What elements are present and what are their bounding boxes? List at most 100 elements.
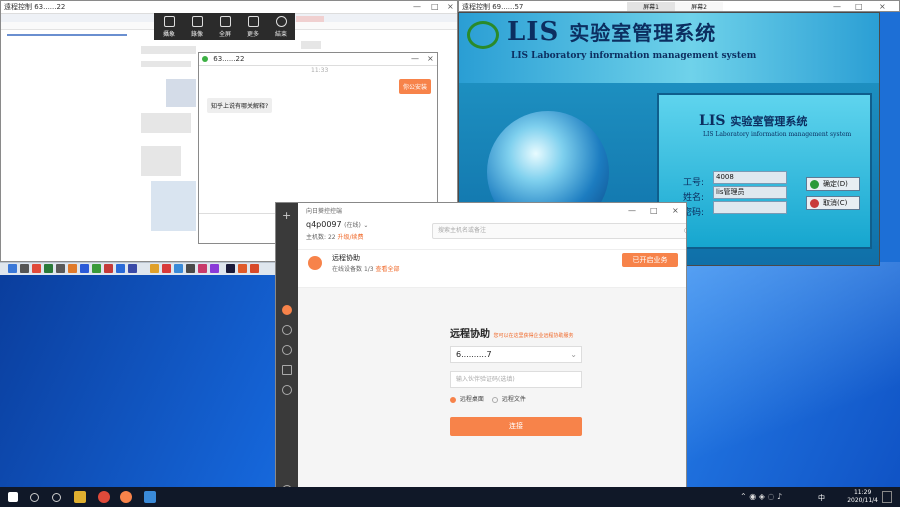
lis-brand: LIS: [507, 17, 560, 47]
taskbar-app-icon[interactable]: [198, 264, 207, 273]
taskbar-app-icon[interactable]: [56, 264, 65, 273]
taskbar-app-icon[interactable]: [20, 264, 29, 273]
password-field[interactable]: [713, 201, 787, 214]
name-field[interactable]: lis管理员: [713, 186, 787, 199]
taskbar-app-icon[interactable]: [210, 264, 219, 273]
connect-button[interactable]: 连接: [450, 417, 582, 436]
login-panel: LIS 实验室管理系统 LIS Laboratory information m…: [657, 93, 872, 249]
taskbar-app-icon[interactable]: [68, 264, 77, 273]
fullscreen-icon: [219, 16, 231, 27]
screen-tab-1[interactable]: 屏幕1: [627, 2, 675, 11]
assist-header: 向日葵控控端 — □ × q4p0097 (在线) ⌄ 主机数: 22 升级/续…: [298, 203, 686, 250]
assist-body: 向日葵控控端 — □ × q4p0097 (在线) ⌄ 主机数: 22 升级/续…: [298, 203, 686, 500]
lis-title-cn: 实验室管理系统: [569, 21, 717, 45]
close-circle-icon: [275, 16, 287, 27]
taskbar-app-icon[interactable]: [162, 264, 171, 273]
screen-tab-2[interactable]: 屏幕2: [675, 2, 723, 11]
verify-code-input[interactable]: 输入伙伴验证码(选填): [450, 371, 582, 388]
maximize-button[interactable]: □: [431, 1, 439, 13]
profile-icon[interactable]: [282, 345, 292, 355]
taskbar-app-icon[interactable]: [186, 264, 195, 273]
remote-control-icon[interactable]: [144, 491, 156, 503]
assist-maximize-button[interactable]: □: [650, 205, 658, 217]
assist-title: 向日葵控控端: [306, 208, 343, 215]
box-icon[interactable]: [282, 385, 292, 395]
account-id[interactable]: q4p0097 (在线) ⌄: [306, 220, 368, 229]
file-explorer-icon[interactable]: [74, 491, 86, 503]
chevron-down-icon[interactable]: ⌄: [570, 347, 577, 362]
ime-indicator[interactable]: 中: [818, 493, 825, 503]
page-image: [151, 181, 196, 231]
toolbar-camera-button[interactable]: 攝象: [156, 16, 182, 38]
right-close-button[interactable]: ×: [879, 1, 886, 11]
search-icon[interactable]: [30, 493, 39, 502]
radio-remote-desktop[interactable]: 远程桌面: [450, 394, 484, 403]
panel-title-cn: 实验室管理系统: [730, 115, 808, 128]
view-all-link[interactable]: 查看全部: [376, 266, 400, 273]
page-badge: [296, 16, 324, 22]
partner-name: 远程协助: [332, 254, 360, 262]
taskbar-app-icon[interactable]: [8, 264, 17, 273]
toolbar-record-button[interactable]: 錄像: [184, 16, 210, 38]
right-maximize-button[interactable]: □: [855, 1, 863, 11]
cancel-button[interactable]: 取消(C): [806, 196, 860, 210]
minimize-button[interactable]: —: [413, 1, 421, 13]
chrome-icon[interactable]: [98, 491, 110, 503]
taskbar-app-icon[interactable]: [116, 264, 125, 273]
taskbar-clock[interactable]: 11:29 2020/11/4: [847, 489, 878, 505]
taskbar-app-icon[interactable]: [32, 264, 41, 273]
radio-remote-file-label: 远程文件: [501, 396, 526, 403]
partner-id-select[interactable]: 6..........7 ⌄: [450, 346, 582, 363]
page-text-block: [141, 113, 191, 133]
clock-time: 11:29: [853, 489, 872, 496]
taskbar-app-icon[interactable]: [150, 264, 159, 273]
toolbar-more-button[interactable]: 更多: [240, 16, 266, 38]
page-image: [166, 79, 196, 107]
partner-id-value: 6..........7: [456, 350, 492, 359]
taskbar-app-icon[interactable]: [44, 264, 53, 273]
partner-action-button[interactable]: 已开启业务: [622, 253, 678, 267]
assist-icon[interactable]: [282, 305, 292, 315]
clock-date: 2020/11/4: [847, 497, 878, 504]
chat-titlebar: 63......22: [199, 53, 437, 66]
radio-remote-file[interactable]: 远程文件: [492, 394, 526, 403]
lis-logo-icon: [467, 21, 499, 49]
panel-subtitle: LIS Laboratory information management sy…: [703, 131, 852, 138]
taskbar-app-icon[interactable]: [92, 264, 101, 273]
taskbar-app-icon[interactable]: [128, 264, 137, 273]
right-minimize-button[interactable]: —: [833, 1, 841, 11]
ok-button[interactable]: 确定(D): [806, 177, 860, 191]
taskbar-app-icon[interactable]: [104, 264, 113, 273]
tray-icons[interactable]: ⌃ ◉ ◈ ◌ ♪: [740, 492, 782, 501]
close-button[interactable]: ×: [447, 1, 454, 13]
chevron-down-icon: ⌄: [363, 222, 369, 229]
upgrade-link[interactable]: 升级/续费: [338, 234, 364, 241]
chat-close-button[interactable]: ×: [427, 53, 434, 65]
taskbar-app-icon[interactable]: [226, 264, 235, 273]
partner-status: 在线设备数 1/3 查看全部: [332, 264, 400, 273]
toolbar-end-button[interactable]: 結束: [268, 16, 294, 38]
assist-minimize-button[interactable]: —: [628, 205, 636, 217]
cancel-icon: [810, 199, 819, 208]
devices-icon[interactable]: [282, 365, 292, 375]
assist-close-button[interactable]: ×: [672, 205, 679, 217]
history-icon[interactable]: [282, 325, 292, 335]
taskview-icon[interactable]: [52, 493, 61, 502]
notification-icon[interactable]: [882, 491, 892, 503]
taskbar-app-icon[interactable]: [80, 264, 89, 273]
taskbar-app-icon[interactable]: [250, 264, 259, 273]
add-icon[interactable]: +: [282, 209, 291, 222]
ok-label: 确定(D): [823, 180, 848, 188]
toolbar-fullscreen-button[interactable]: 全屏: [212, 16, 238, 38]
taskbar-app-icon[interactable]: [238, 264, 247, 273]
chat-minimize-button[interactable]: —: [411, 53, 419, 65]
search-icon[interactable]: ○: [684, 224, 686, 238]
page-text-line: [141, 61, 191, 67]
toolbar-label: 錄像: [190, 31, 203, 38]
job-no-field[interactable]: 4008: [713, 171, 787, 184]
start-icon[interactable]: [8, 492, 18, 502]
sunlogin-icon[interactable]: [120, 491, 132, 503]
radio-selected-icon: [450, 396, 456, 403]
search-input[interactable]: 搜索主机名或备注 ○: [432, 223, 686, 239]
taskbar-app-icon[interactable]: [174, 264, 183, 273]
